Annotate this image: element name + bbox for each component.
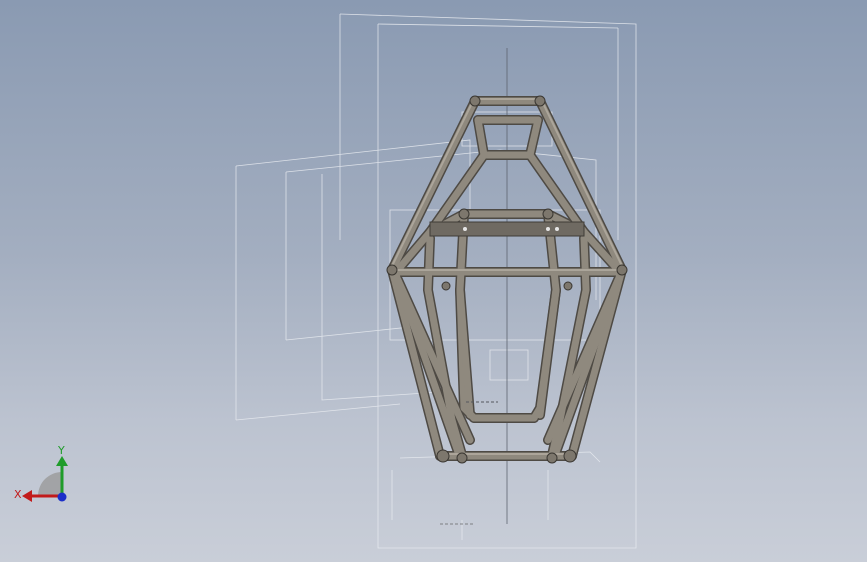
seat-mount-bracket [429,221,585,237]
x-axis-label: X [14,488,22,501]
z-axis-dot [57,492,67,502]
reference-sketch-planes [235,13,637,549]
chassis-model[interactable] [0,0,867,562]
orientation-triad: Y X [14,444,68,502]
y-axis-label: Y [57,444,65,457]
3d-viewport[interactable]: Y X [0,0,867,562]
